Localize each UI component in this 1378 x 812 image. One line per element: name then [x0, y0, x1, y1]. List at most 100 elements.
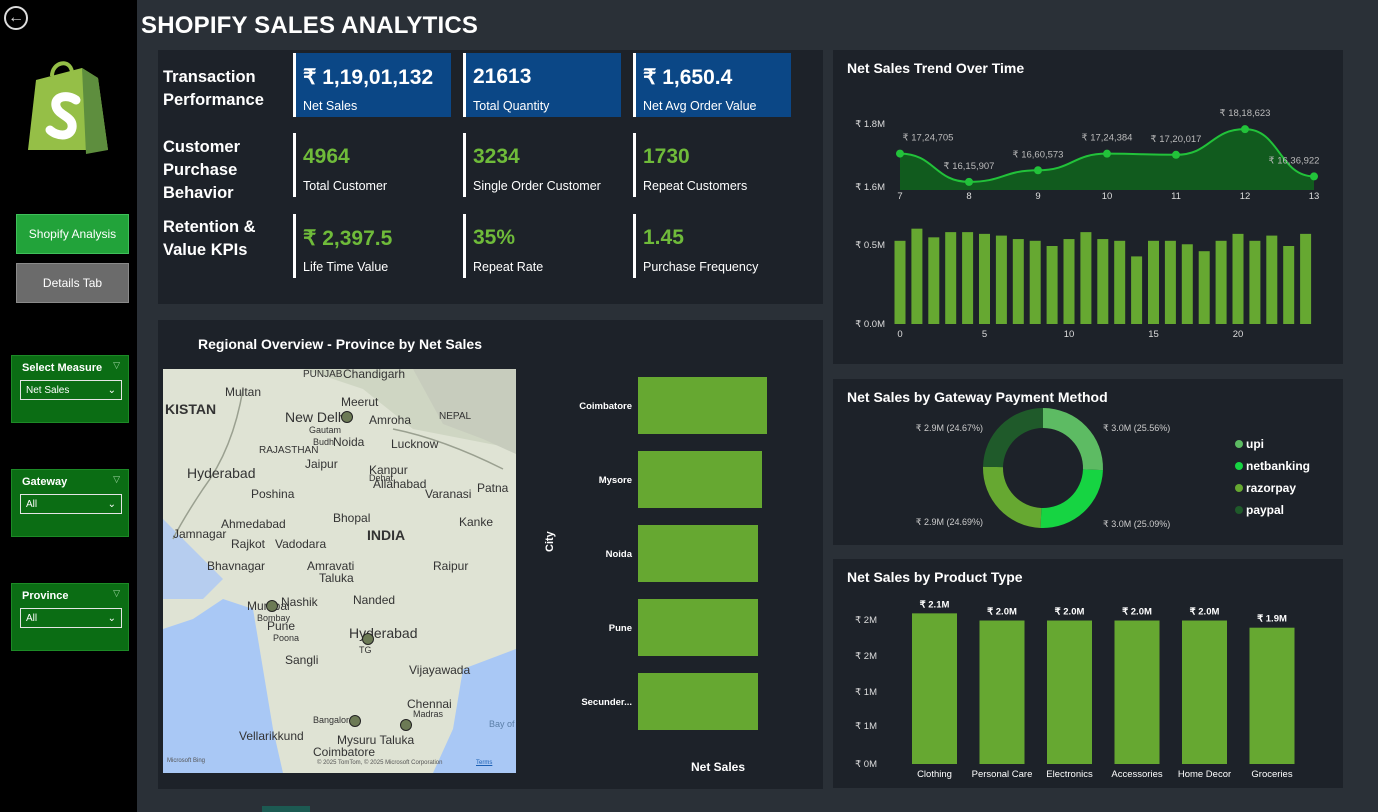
daily-bar[interactable]	[1080, 232, 1092, 324]
donut-data-label: ₹ 2.9M (24.69%)	[916, 517, 983, 527]
trend-point[interactable]	[1241, 125, 1249, 134]
map-marker-pune[interactable]	[266, 600, 278, 612]
legend-dot-icon	[1235, 506, 1243, 514]
product-bar-chart[interactable]: ₹ 2.1M Clothing ₹ 2.0M Personal Care ₹ 2.0M E…	[833, 559, 1343, 788]
daily-bar[interactable]	[1097, 239, 1109, 324]
city-bar[interactable]	[638, 599, 758, 656]
map-marker-secunderabad[interactable]	[362, 633, 374, 645]
chevron-down-icon[interactable]: ▽	[113, 360, 120, 371]
map-place-label: Amroha	[369, 413, 412, 427]
daily-bar[interactable]	[928, 237, 940, 324]
regional-overview-panel: Regional Overview - Province by Net Sale…	[158, 320, 823, 789]
map-place-label: Meerut	[341, 395, 379, 409]
daily-bar[interactable]	[1131, 256, 1143, 324]
back-arrow-icon[interactable]: ←	[4, 6, 28, 30]
page-tab-indicator[interactable]	[262, 806, 310, 812]
product-bar[interactable]	[1114, 620, 1160, 764]
product-bar[interactable]	[1047, 620, 1092, 764]
x-tick-label: 20	[1233, 329, 1244, 340]
x-tick-label: Home Decor	[1178, 769, 1231, 780]
daily-bar[interactable]	[1063, 239, 1075, 324]
daily-bar[interactable]	[1300, 233, 1312, 324]
city-bar-label: Secunder...	[581, 697, 632, 708]
daily-bar[interactable]	[1283, 246, 1295, 324]
trend-data-label: ₹ 17,24,384	[1082, 133, 1133, 144]
map-marker-noida[interactable]	[341, 411, 353, 423]
gateway-dropdown[interactable]: All ⌄	[20, 494, 122, 514]
map-terms-link[interactable]: Terms	[476, 760, 492, 766]
legend-item-netbanking[interactable]: netbanking	[1235, 459, 1310, 473]
kpi-total-quantity: 21613 Total Quantity	[463, 53, 621, 117]
daily-bar[interactable]	[1046, 246, 1058, 324]
donut-data-label: ₹ 2.9M (24.67%)	[916, 423, 983, 433]
trend-point[interactable]	[1310, 172, 1318, 181]
kpi-label: Total Quantity	[473, 99, 550, 113]
donut-slice-netbanking[interactable]	[1040, 469, 1103, 528]
shopify-analysis-button[interactable]: Shopify Analysis	[16, 214, 129, 254]
chevron-down-icon: ⌄	[107, 384, 116, 396]
trend-point[interactable]	[1103, 149, 1111, 158]
kpi-label: Net Sales	[303, 99, 358, 113]
map-place-label: Poshina	[251, 487, 295, 501]
daily-bar[interactable]	[1029, 240, 1041, 324]
donut-slice-paypal[interactable]	[983, 408, 1043, 468]
map-credit: © 2025 TomTom, © 2025 Microsoft Corporat…	[317, 760, 443, 766]
filter-label: Province	[22, 590, 69, 602]
map-place-label: PUNJAB	[303, 369, 343, 380]
chevron-down-icon[interactable]: ▽	[113, 588, 120, 599]
daily-bar[interactable]	[962, 232, 974, 324]
map-marker-mysore[interactable]	[349, 715, 361, 727]
legend-item-paypal[interactable]: paypal	[1235, 503, 1284, 517]
map-marker-coimbatore[interactable]	[400, 719, 412, 731]
map-place-label: KISTAN	[165, 401, 217, 417]
gateway-donut-chart[interactable]: ₹ 3.0M (25.56%) ₹ 3.0M (25.09%) ₹ 2.9M (24…	[833, 379, 1233, 545]
x-tick-label: 0	[897, 329, 902, 340]
product-bar[interactable]	[1182, 620, 1227, 764]
city-bar[interactable]	[638, 673, 758, 730]
map-place-label: Jaipur	[305, 457, 338, 471]
select-measure-dropdown[interactable]: Net Sales ⌄	[20, 380, 122, 400]
map-place-label: RAJASTHAN	[259, 445, 319, 456]
daily-bar[interactable]	[1215, 240, 1227, 324]
daily-bar[interactable]	[1164, 240, 1176, 324]
daily-bar[interactable]	[945, 232, 957, 324]
map-place-label: Bhavnagar	[207, 559, 266, 573]
product-bar[interactable]	[912, 613, 957, 764]
daily-bar[interactable]	[979, 233, 990, 324]
daily-bar[interactable]	[1198, 251, 1210, 324]
daily-bar[interactable]	[1114, 240, 1126, 324]
donut-slice-razorpay[interactable]	[983, 466, 1042, 528]
daily-bar[interactable]	[894, 240, 906, 324]
province-dropdown[interactable]: All ⌄	[20, 608, 122, 628]
legend-item-upi[interactable]: upi	[1235, 437, 1264, 451]
legend-item-razorpay[interactable]: razorpay	[1235, 481, 1296, 495]
donut-slice-upi[interactable]	[1043, 408, 1103, 471]
daily-bar[interactable]	[995, 235, 1007, 324]
city-bar[interactable]	[638, 525, 758, 582]
map-place-label: Bangalore	[313, 715, 355, 725]
product-bar[interactable]	[1249, 627, 1295, 764]
india-map[interactable]: PUNJAB Chandigarh KISTAN Multan New Delhi Mee…	[163, 369, 516, 773]
city-bar[interactable]	[638, 451, 762, 508]
daily-bar[interactable]	[1232, 233, 1244, 324]
daily-bar[interactable]	[1266, 235, 1278, 324]
product-bar[interactable]	[979, 620, 1025, 764]
daily-bar[interactable]	[1249, 240, 1261, 324]
daily-bar[interactable]	[1148, 240, 1159, 324]
trend-chart[interactable]: ₹ 17,24,705 7 ₹ 16,15,907 8 ₹ 16,60,573 9 ₹ 17…	[833, 50, 1343, 364]
details-tab-button[interactable]: Details Tab	[16, 263, 129, 303]
trend-data-label: ₹ 16,36,922	[1269, 155, 1320, 166]
trend-point[interactable]	[1172, 150, 1180, 159]
city-bar[interactable]	[638, 377, 767, 434]
daily-bar[interactable]	[1012, 239, 1024, 324]
kpi-repeat-customers: 1730 Repeat Customers	[633, 133, 791, 197]
daily-bar[interactable]	[911, 228, 923, 324]
chevron-down-icon[interactable]: ▽	[113, 474, 120, 485]
trend-point[interactable]	[1034, 166, 1042, 175]
daily-bar[interactable]	[1181, 244, 1193, 324]
kpi-total-customer: 4964 Total Customer	[293, 133, 451, 197]
trend-point[interactable]	[896, 149, 904, 158]
map-place-label: Allahabad	[373, 477, 427, 491]
trend-point[interactable]	[965, 177, 973, 186]
map-place-label: Gautam	[309, 425, 342, 435]
